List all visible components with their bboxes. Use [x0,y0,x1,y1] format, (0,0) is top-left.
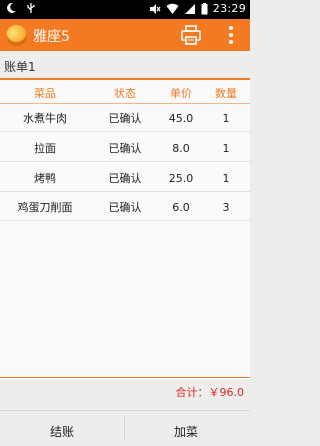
usb-icon [27,3,35,13]
header-price: 单价 [170,86,192,100]
cell-price: 25.0 [168,171,194,185]
header-status: 状态 [114,86,136,100]
printer-icon[interactable] [180,24,202,46]
cell-quantity: 1 [222,141,230,155]
table-row[interactable]: 拉面 已确认 8.0 1 [0,135,250,162]
cell-quantity: 1 [222,111,230,125]
moon-icon [7,2,16,13]
bottom-action-bar: 结账 加菜 [0,410,250,446]
battery-icon [201,2,208,14]
table-row[interactable]: 鸡蛋刀削面 已确认 6.0 3 [0,194,250,221]
cell-status: 已确认 [108,201,142,214]
bottom-divider [124,417,125,441]
signal-icon [184,3,195,14]
cell-quantity: 1 [222,171,230,185]
add-dish-button[interactable]: 加菜 [174,423,198,440]
cell-dish: 烤鸭 [34,172,56,185]
header-quantity: 数量 [215,86,237,100]
cell-status: 已确认 [108,142,142,155]
app-logo-icon[interactable] [6,25,27,46]
cell-price: 8.0 [172,141,190,155]
cell-price: 45.0 [168,111,194,125]
cell-price: 6.0 [172,200,190,214]
header-divider [0,103,250,104]
checkout-button[interactable]: 结账 [50,423,74,440]
order-total: 合计：￥96.0 [175,386,245,399]
cell-status: 已确认 [108,172,142,185]
mute-icon [149,3,161,14]
action-bar: 雅座5 [0,19,250,51]
cell-status: 已确认 [108,112,142,125]
cell-quantity: 3 [222,200,230,214]
total-divider [0,377,250,378]
table-row[interactable]: 烤鸭 已确认 25.0 1 [0,165,250,192]
cell-dish: 水煮牛肉 [23,112,67,125]
bill-title: 账单1 [4,60,36,74]
header-dish: 菜品 [34,86,56,100]
page-title: 雅座5 [33,29,70,45]
status-time: 23:29 [212,2,246,15]
overflow-menu-icon[interactable] [226,24,236,46]
table-row[interactable]: 水煮牛肉 已确认 45.0 1 [0,105,250,132]
status-bar: 23:29 [0,0,250,19]
cell-dish: 拉面 [34,142,56,155]
cell-dish: 鸡蛋刀削面 [17,201,73,214]
wifi-icon [166,3,179,14]
table-header: 菜品 状态 单价 数量 [0,82,250,103]
